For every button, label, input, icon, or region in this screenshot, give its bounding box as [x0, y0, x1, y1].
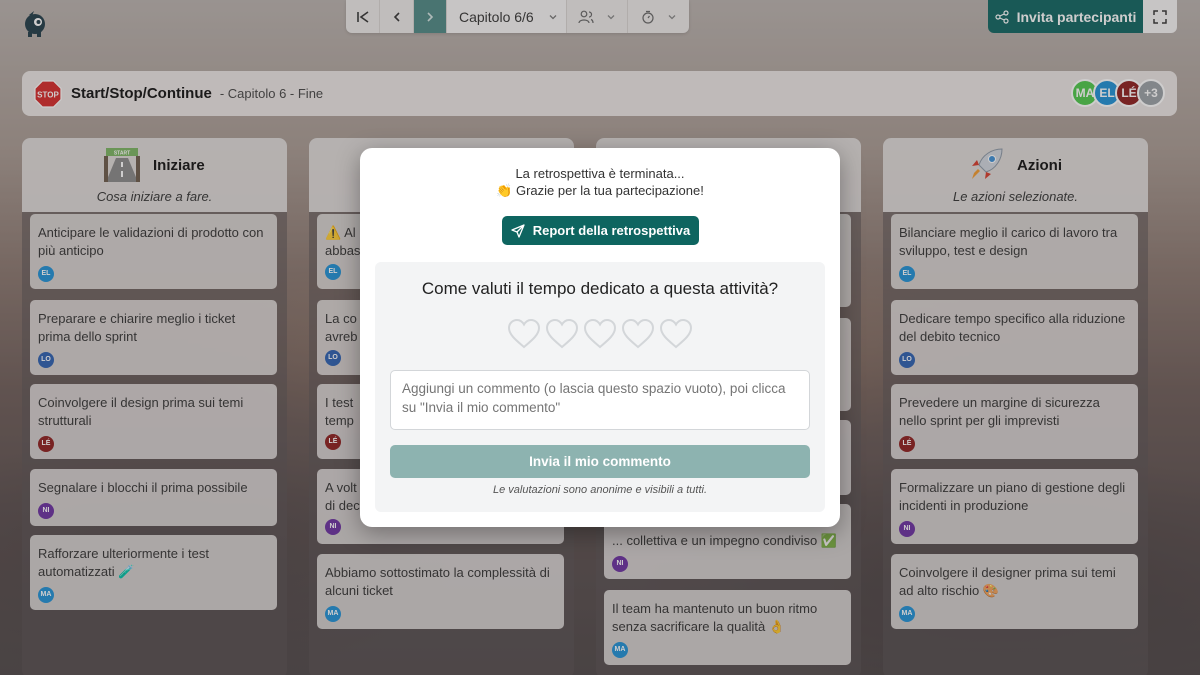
rating-panel: Come valuti il tempo dedicato a questa a… — [375, 262, 825, 512]
send-comment-button[interactable]: Invia il mio commento — [390, 445, 810, 478]
rating-question: Come valuti il tempo dedicato a questa a… — [421, 279, 779, 298]
comment-input[interactable] — [390, 370, 810, 430]
heart-icon[interactable] — [583, 318, 617, 350]
report-label: Report della retrospettiva — [532, 223, 691, 238]
thanks-message: 👏 Grazie per la tua partecipazione! — [496, 183, 704, 198]
heart-rating[interactable] — [507, 318, 693, 350]
end-message: La retrospettiva è terminata... — [515, 166, 685, 181]
retrospective-end-dialog: La retrospettiva è terminata... 👏 Grazie… — [360, 148, 840, 527]
heart-icon[interactable] — [659, 318, 693, 350]
send-icon — [511, 223, 525, 238]
rating-note: Le valutazioni sono anonime e visibili a… — [492, 484, 707, 496]
heart-icon[interactable] — [621, 318, 655, 350]
heart-icon[interactable] — [545, 318, 579, 350]
heart-icon[interactable] — [507, 318, 541, 350]
retrospective-report-button[interactable]: Report della retrospettiva — [502, 216, 699, 245]
